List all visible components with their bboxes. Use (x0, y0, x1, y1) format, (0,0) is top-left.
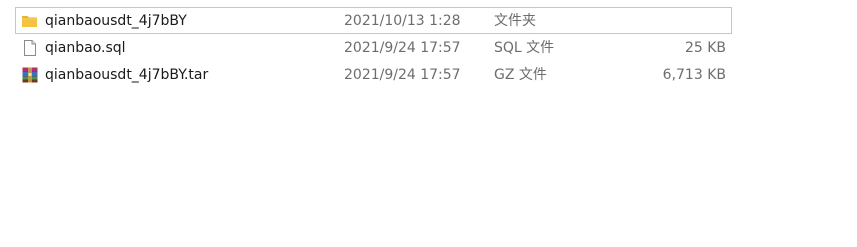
document-icon (21, 39, 39, 57)
file-date: 2021/10/13 1:28 (344, 13, 461, 29)
file-name: qianbaousdt_4j7bBY (45, 13, 187, 29)
file-date: 2021/9/24 17:57 (344, 40, 461, 56)
file-name: qianbao.sql (45, 40, 126, 56)
file-list: qianbaousdt_4j7bBY 2021/10/13 1:28 文件夹 q… (15, 7, 732, 88)
file-row-archive[interactable]: qianbaousdt_4j7bBY.tar 2021/9/24 17:57 G… (15, 61, 732, 88)
file-size: 6,713 KB (662, 67, 726, 83)
file-name: qianbaousdt_4j7bBY.tar (45, 67, 209, 83)
file-size: 25 KB (684, 40, 726, 56)
file-type: GZ 文件 (494, 67, 547, 83)
file-row-sql[interactable]: qianbao.sql 2021/9/24 17:57 SQL 文件 25 KB (15, 34, 732, 61)
file-row-folder[interactable]: qianbaousdt_4j7bBY 2021/10/13 1:28 文件夹 (15, 7, 732, 34)
archive-icon (21, 66, 39, 84)
file-type: SQL 文件 (494, 40, 555, 56)
file-type: 文件夹 (494, 13, 536, 29)
folder-icon (21, 12, 39, 30)
file-date: 2021/9/24 17:57 (344, 67, 461, 83)
